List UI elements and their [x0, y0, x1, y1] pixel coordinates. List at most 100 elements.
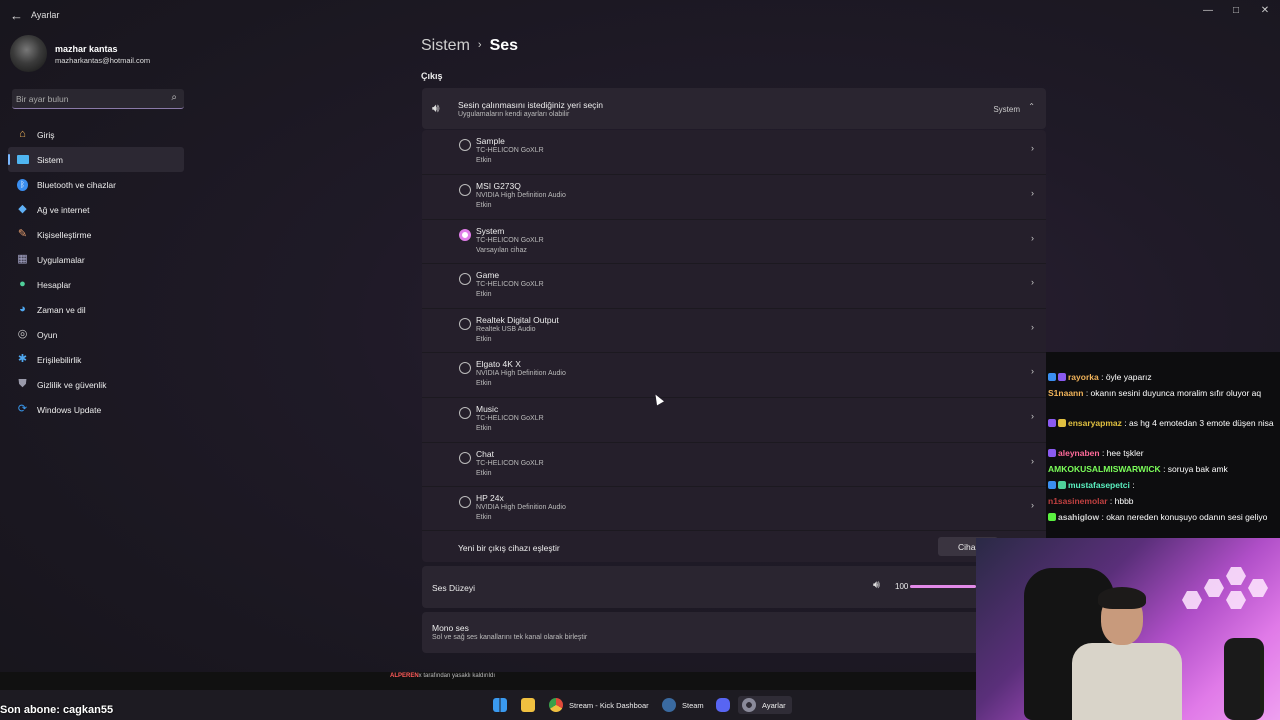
device-radio[interactable] [459, 452, 471, 464]
chevron-right-icon[interactable]: › [1031, 456, 1034, 466]
device-row-game[interactable]: Game TC-HELICON GoXLR Etkin › [422, 263, 1046, 307]
monitor-icon [16, 153, 29, 166]
device-driver: NVIDIA High Definition Audio [476, 370, 566, 377]
chat-badge-icon [1048, 373, 1056, 381]
mono-audio-row[interactable]: Mono ses Sol ve sağ ses kanallarını tek … [422, 612, 1046, 653]
settings-search[interactable]: ⌕ [12, 89, 184, 109]
device-radio[interactable] [459, 184, 471, 196]
sidebar-item-label: Gizlilik ve güvenlik [37, 380, 107, 390]
sidebar-item-erisilebilirlik[interactable]: ✱ Erişilebilirlik [8, 347, 184, 372]
device-name: MSI G273Q [476, 181, 521, 191]
sidebar-item-label: Oyun [37, 330, 58, 340]
device-radio[interactable] [459, 362, 471, 374]
minimize-icon[interactable]: — [1201, 4, 1215, 18]
sidebar-item-label: Uygulamalar [37, 255, 85, 265]
device-name: Elgato 4K X [476, 359, 521, 369]
volume-slider[interactable] [910, 585, 976, 588]
chevron-right-icon[interactable]: › [1031, 188, 1034, 198]
mono-title: Mono ses [432, 623, 469, 633]
volume-icon[interactable]: 🔊︎ [873, 579, 880, 592]
sidebar-item-hesaplar[interactable]: ● Hesaplar [8, 272, 184, 297]
device-row-msi[interactable]: MSI G273Q NVIDIA High Definition Audio E… [422, 174, 1046, 218]
output-device-expander[interactable]: 🔊︎ Sesin çalınmasını istediğiniz yeri se… [422, 88, 1046, 129]
sidebar-item-gizlilik[interactable]: ⛊ Gizlilik ve güvenlik [8, 372, 184, 397]
sidebar-item-giris[interactable]: ⌂ Giriş [8, 122, 184, 147]
breadcrumb-parent[interactable]: Sistem [421, 37, 470, 54]
device-status: Etkin [476, 470, 492, 477]
sidebar-item-uygulamalar[interactable]: ▦ Uygulamalar [8, 247, 184, 272]
device-radio[interactable] [459, 273, 471, 285]
sidebar-nav: ⌂ Giriş Sistem ᛒ Bluetooth ve cihazlar ◆… [8, 122, 184, 422]
device-row-music[interactable]: Music TC-HELICON GoXLR Etkin › [422, 397, 1046, 441]
device-driver: TC-HELICON GoXLR [476, 237, 544, 244]
chevron-right-icon[interactable]: › [1031, 366, 1034, 376]
page-title: Ses [489, 37, 519, 54]
device-driver: NVIDIA High Definition Audio [476, 192, 566, 199]
device-status: Etkin [476, 291, 492, 298]
device-row-sample[interactable]: Sample TC-HELICON GoXLR Etkin › [422, 130, 1046, 174]
taskbar-explorer[interactable] [521, 696, 537, 716]
device-radio[interactable] [459, 318, 471, 330]
taskbar-start[interactable] [493, 696, 509, 716]
device-driver: Realtek USB Audio [476, 326, 536, 333]
taskbar-settings[interactable]: Ayarlar [742, 696, 792, 716]
sidebar-item-oyun[interactable]: ◎ Oyun [8, 322, 184, 347]
chevron-right-icon[interactable]: › [1031, 411, 1034, 421]
shield-icon: ⛊ [18, 378, 27, 390]
chat-badge-icon [1048, 419, 1056, 427]
device-radio[interactable] [459, 496, 471, 508]
maximize-icon[interactable]: □ [1229, 4, 1243, 18]
breadcrumb-separator: › [477, 39, 482, 51]
device-driver: TC-HELICON GoXLR [476, 147, 544, 154]
taskbar-steam[interactable]: Steam [662, 696, 706, 716]
pair-new-output-row: Yeni bir çıkış cihazı eşleştir Cihaz [422, 530, 1046, 562]
chevron-right-icon[interactable]: › [1031, 277, 1034, 287]
device-status: Etkin [476, 202, 492, 209]
sidebar-item-bluetooth[interactable]: ᛒ Bluetooth ve cihazlar [8, 172, 184, 197]
wifi-icon: ◆ [18, 203, 27, 215]
chevron-right-icon[interactable]: › [1031, 322, 1034, 332]
webcam-overlay [976, 538, 1280, 720]
device-radio[interactable] [459, 407, 471, 419]
device-row-realtek[interactable]: Realtek Digital Output Realtek USB Audio… [422, 308, 1046, 352]
chevron-up-icon[interactable]: ⌃ [1028, 102, 1035, 111]
sidebar-item-zaman[interactable]: ◕ Zaman ve dil [8, 297, 184, 322]
chevron-right-icon[interactable]: › [1031, 143, 1034, 153]
taskbar [0, 690, 976, 720]
sidebar-item-sistem[interactable]: Sistem [8, 147, 184, 172]
sidebar-item-windows-update[interactable]: ⟳ Windows Update [8, 397, 184, 422]
close-icon[interactable]: ✕ [1258, 4, 1272, 18]
back-arrow-icon[interactable]: ← [10, 8, 23, 23]
person-icon: ● [19, 278, 26, 290]
sidebar-item-kisisellestirme[interactable]: ✎ Kişiselleştirme [8, 222, 184, 247]
apps-icon: ▦ [17, 253, 28, 265]
volume-value: 100 [895, 582, 909, 591]
volume-row: Ses Düzeyi 🔊︎ 100 [422, 566, 1046, 608]
output-device-list: Sample TC-HELICON GoXLR Etkin › MSI G273… [422, 130, 1046, 562]
gamepad-icon: ◎ [17, 328, 28, 340]
chat-message: S1naann : okanın sesini duyunca moralim … [1048, 388, 1262, 398]
taskbar-discord[interactable] [716, 696, 732, 716]
volume-label: Ses Düzeyi [432, 583, 475, 593]
device-row-elgato[interactable]: Elgato 4K X NVIDIA High Definition Audio… [422, 352, 1046, 396]
avatar [10, 35, 47, 72]
search-icon[interactable]: ⌕ [171, 92, 177, 103]
device-radio[interactable] [459, 139, 471, 151]
chevron-right-icon[interactable]: › [1031, 233, 1034, 243]
stream-ticker: ALPERENx tarafından yasaklı kaldırıldı [0, 672, 976, 690]
chevron-right-icon[interactable]: › [1031, 500, 1034, 510]
taskbar-chrome[interactable]: Stream - Kick Dashboar [549, 696, 653, 716]
home-icon: ⌂ [19, 128, 26, 140]
chat-message: ensaryapmaz : as hg 4 emotedan 3 emote d… [1048, 416, 1276, 430]
discord-icon [716, 698, 730, 712]
search-input[interactable] [16, 92, 166, 106]
device-status: Etkin [476, 380, 492, 387]
sidebar-item-ag[interactable]: ◆ Ağ ve internet [8, 197, 184, 222]
output-selected-device: System [993, 105, 1020, 114]
ticker-seg [186, 672, 351, 690]
device-row-hp[interactable]: HP 24x NVIDIA High Definition Audio Etki… [422, 486, 1046, 530]
user-email: mazharkantas@hotmail.com [55, 56, 151, 65]
device-row-chat[interactable]: Chat TC-HELICON GoXLR Etkin › [422, 442, 1046, 486]
device-row-system[interactable]: System TC-HELICON GoXLR Varsayılan cihaz… [422, 219, 1046, 263]
device-radio-selected[interactable] [459, 229, 471, 241]
